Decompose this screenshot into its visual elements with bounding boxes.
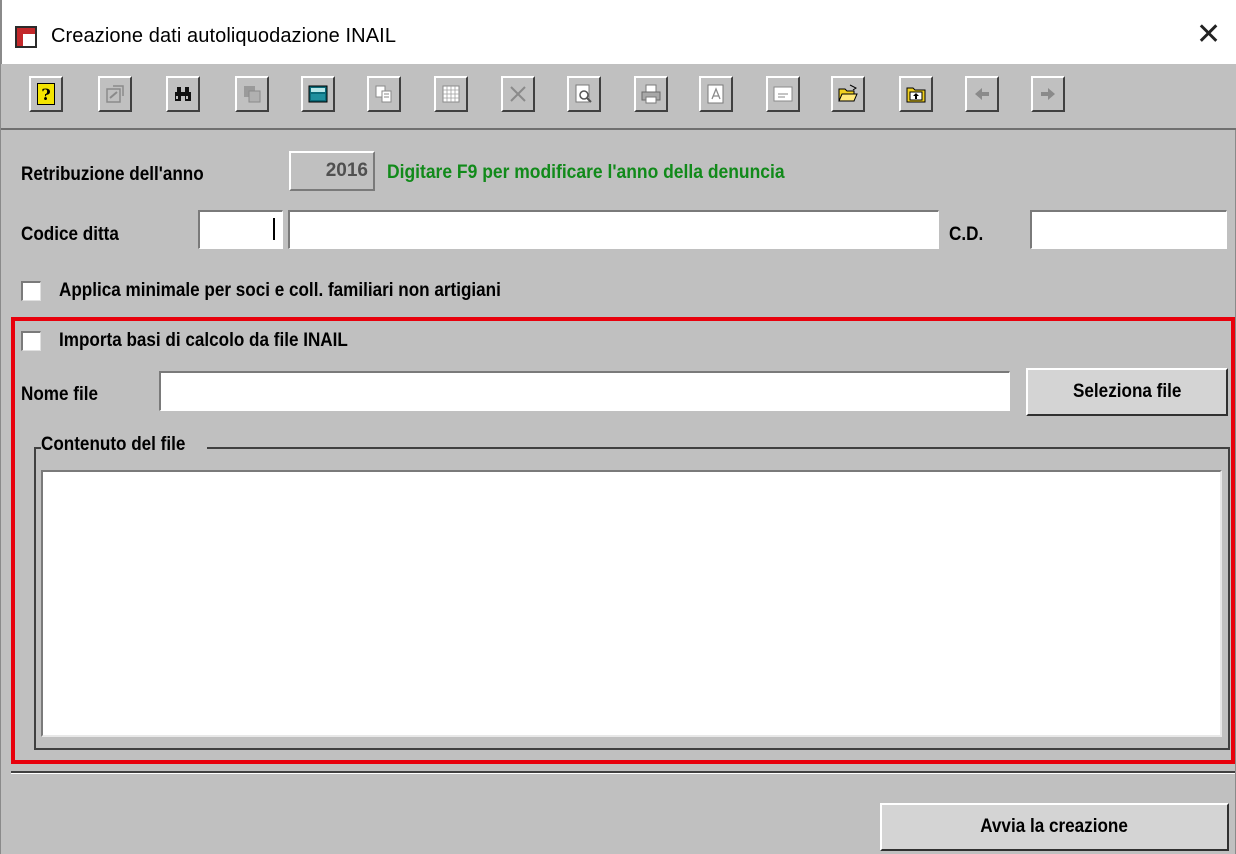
folder-up-button[interactable] [899, 76, 933, 112]
f9-hint: Digitare F9 per modificare l'anno della … [387, 162, 785, 183]
pdf-button[interactable] [699, 76, 733, 112]
folder-up-icon [906, 87, 926, 103]
arrow-right-icon [1041, 88, 1055, 100]
cd-label: C.D. [949, 224, 984, 245]
contenuto-legend-text: Contenuto del file [41, 434, 186, 455]
cd-field[interactable] [1030, 210, 1227, 249]
open-folder-button[interactable] [831, 76, 865, 112]
seleziona-file-button[interactable]: Seleziona file [1026, 368, 1228, 416]
calculator-button[interactable] [301, 76, 335, 112]
properties-icon [106, 85, 124, 103]
delete-icon [510, 86, 526, 102]
form-button[interactable] [766, 76, 800, 112]
close-button[interactable]: ✕ [1196, 20, 1221, 50]
file-content-area[interactable] [41, 470, 1222, 737]
print-button[interactable] [634, 76, 668, 112]
app-icon [15, 26, 37, 48]
title-bar: Creazione dati autoliquodazione INAIL ✕ [1, 0, 1236, 64]
nome-file-label: Nome file [21, 384, 98, 405]
avvia-creazione-label: Avvia la creazione [980, 816, 1129, 837]
copy-records-icon [244, 86, 261, 103]
codice-ditta-label: Codice ditta [21, 224, 119, 245]
text-cursor [273, 218, 275, 240]
year-field[interactable]: 2016 [289, 151, 375, 191]
binoculars-icon [175, 87, 191, 101]
copy-records-button[interactable] [235, 76, 269, 112]
grid-button[interactable] [434, 76, 468, 112]
codice-ditta-field[interactable] [198, 210, 283, 249]
duplicate-icon [375, 85, 392, 103]
contenuto-legend: Contenuto del file [41, 434, 208, 456]
duplicate-button[interactable] [367, 76, 401, 112]
separator [11, 771, 1235, 774]
applica-minimale-checkbox[interactable] [21, 281, 41, 301]
print-icon [641, 84, 661, 104]
delete-button[interactable] [501, 76, 535, 112]
importa-label: Importa basi di calcolo da file INAIL [59, 330, 348, 351]
calculator-icon [308, 85, 328, 103]
open-folder-icon [838, 84, 858, 102]
pdf-icon [707, 84, 724, 104]
previous-button[interactable] [965, 76, 999, 112]
search-button[interactable] [166, 76, 200, 112]
form-icon [773, 86, 793, 102]
dialog-window: Creazione dati autoliquodazione INAIL ✕ … [0, 0, 1236, 854]
arrow-left-icon [975, 88, 989, 100]
grid-icon [442, 85, 460, 103]
help-icon: ? [37, 83, 55, 105]
preview-icon [575, 84, 592, 103]
importa-checkbox[interactable] [21, 331, 41, 351]
ditta-name-field[interactable] [288, 210, 939, 249]
nome-file-field[interactable] [159, 371, 1010, 411]
preview-button[interactable] [567, 76, 601, 112]
applica-minimale-label: Applica minimale per soci e coll. famili… [59, 280, 501, 301]
properties-button[interactable] [98, 76, 132, 112]
retribuzione-label: Retribuzione dell'anno [21, 164, 204, 185]
help-button[interactable]: ? [29, 76, 63, 112]
window-title: Creazione dati autoliquodazione INAIL [51, 25, 397, 47]
seleziona-file-label: Seleziona file [1072, 381, 1182, 402]
next-button[interactable] [1031, 76, 1065, 112]
avvia-creazione-button[interactable]: Avvia la creazione [880, 803, 1229, 851]
toolbar: ? [1, 64, 1236, 130]
